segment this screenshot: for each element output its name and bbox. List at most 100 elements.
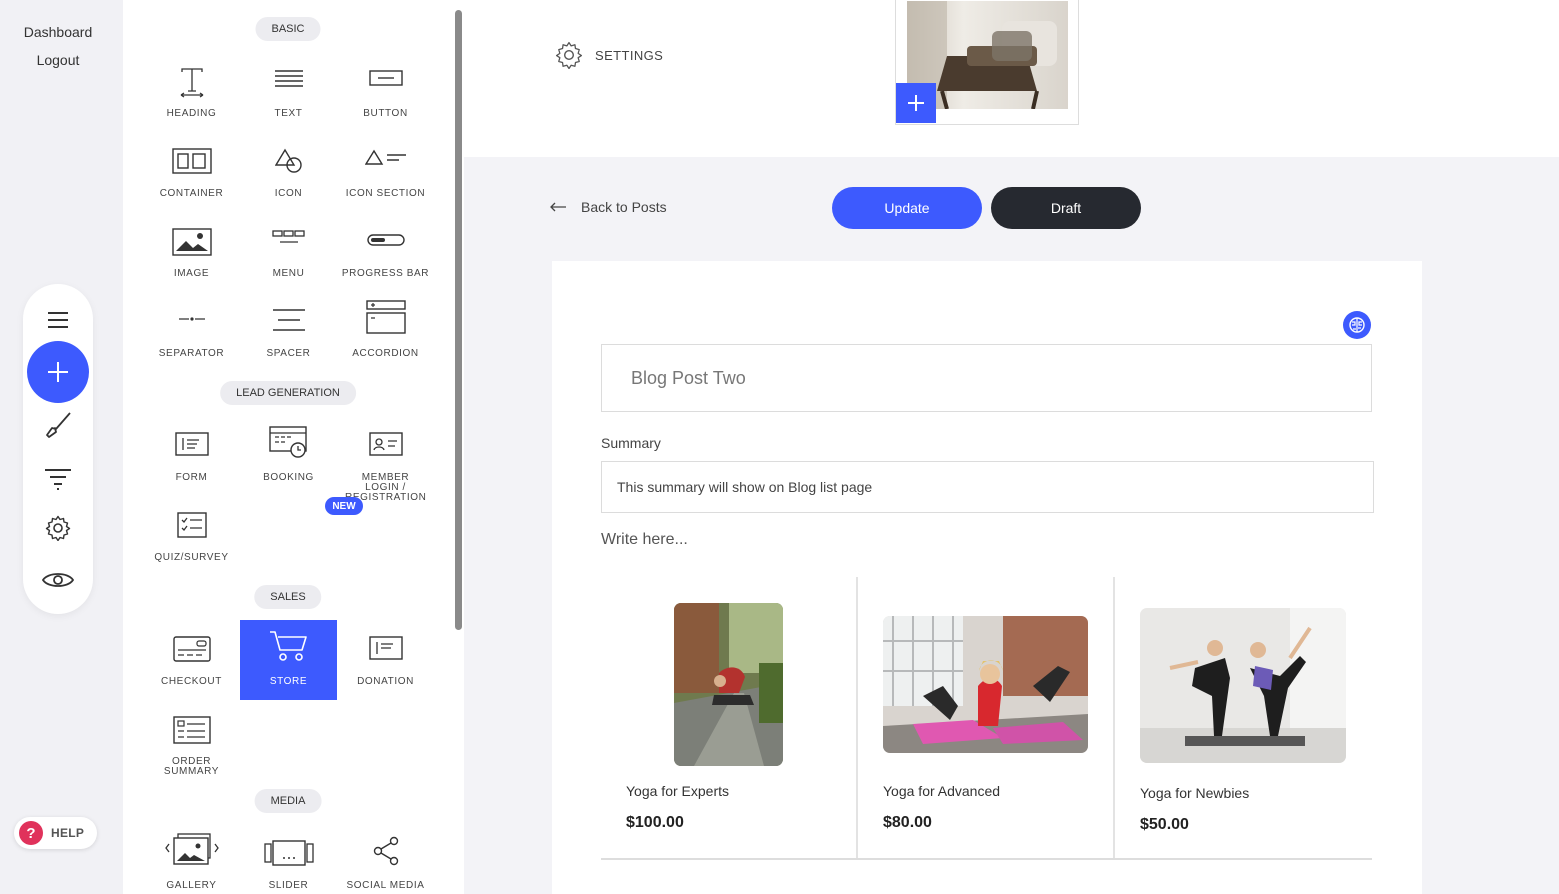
text-icon: [274, 70, 303, 87]
order-summary-icon: [172, 716, 211, 744]
member-card-icon: [368, 432, 403, 456]
back-label: Back to Posts: [581, 199, 667, 215]
section-media: MEDIA: [254, 789, 322, 813]
widget-label: SPACER: [266, 348, 311, 359]
gear-icon[interactable]: [44, 514, 72, 542]
summary-input[interactable]: This summary will show on Blog list page: [601, 461, 1374, 513]
brush-icon[interactable]: [42, 409, 74, 441]
product-name: Yoga for Newbies: [1140, 785, 1250, 801]
add-element-button[interactable]: [27, 341, 89, 403]
widget-menu[interactable]: MENU: [240, 212, 337, 292]
spacer-icon: [272, 309, 305, 331]
back-to-posts-link[interactable]: Back to Posts: [549, 199, 667, 215]
post-body-editor[interactable]: Write here...: [601, 531, 688, 549]
widget-quiz-survey[interactable]: QUIZ/SURVEY: [143, 496, 240, 576]
product-card[interactable]: Yoga for Advanced $80.00: [856, 577, 1113, 858]
dashboard-link[interactable]: Dashboard: [0, 24, 116, 40]
widget-label: CONTAINER: [159, 188, 224, 199]
form-icon: [174, 432, 209, 456]
widget-heading[interactable]: HEADING: [143, 52, 240, 132]
widget-label: PROGRESS BAR: [341, 268, 430, 279]
widget-spacer[interactable]: SPACER: [240, 292, 337, 372]
widget-icon-section[interactable]: ICON SECTION: [337, 132, 434, 212]
gallery-icon: [164, 833, 219, 865]
section-basic: BASIC: [255, 17, 321, 41]
left-rail: Dashboard Logout ? HELP: [0, 0, 123, 894]
widget-panel: BASIC HEADING TEXT BUTTON CONTAINER ICON…: [123, 0, 464, 894]
widget-label: IMAGE: [173, 268, 210, 279]
post-editor: Blog Post Two Summary This summary will …: [552, 261, 1422, 894]
widget-label: BUTTON: [363, 108, 408, 119]
filter-icon[interactable]: [43, 467, 73, 491]
product-price: $100.00: [626, 814, 684, 831]
shapes-icon: [274, 148, 302, 173]
widget-label: ORDER SUMMARY: [163, 756, 220, 777]
widget-container[interactable]: CONTAINER: [143, 132, 240, 212]
widget-image[interactable]: IMAGE: [143, 212, 240, 292]
separator-icon: [178, 317, 205, 321]
product-card[interactable]: Yoga for Newbies $50.00: [1113, 577, 1370, 858]
widget-gallery[interactable]: GALLERY: [143, 824, 240, 894]
post-title-input[interactable]: Blog Post Two: [601, 344, 1372, 412]
widget-member-login[interactable]: MEMBER LOGIN / REGISTRATION: [337, 416, 434, 503]
product-card[interactable]: Yoga for Experts $100.00: [601, 577, 858, 858]
widget-social-media[interactable]: SOCIAL MEDIA: [337, 824, 434, 894]
widget-donation[interactable]: DONATION: [337, 620, 434, 700]
widget-form[interactable]: FORM: [143, 416, 240, 496]
widget-label: BOOKING: [263, 472, 314, 483]
image-icon: [171, 228, 212, 256]
ai-assist-button[interactable]: [1343, 311, 1371, 339]
section-sales: SALES: [254, 585, 322, 609]
widget-label: ACCORDION: [352, 348, 419, 359]
panel-scrollbar[interactable]: [455, 10, 462, 630]
widget-label: GALLERY: [166, 880, 217, 891]
shopping-cart-icon: [269, 631, 307, 661]
summary-label: Summary: [601, 435, 661, 451]
update-button[interactable]: Update: [832, 187, 982, 229]
container-icon: [171, 148, 212, 174]
eye-icon[interactable]: [41, 568, 75, 592]
menu-widget-icon: [271, 230, 305, 243]
widget-button[interactable]: BUTTON: [337, 52, 434, 132]
widget-order-summary[interactable]: ORDER SUMMARY: [143, 700, 240, 780]
widget-label: STORE: [269, 676, 308, 687]
product-image: [883, 616, 1088, 753]
help-button[interactable]: ? HELP: [14, 817, 97, 849]
button-icon: [368, 70, 403, 86]
product-grid: Yoga for Experts $100.00 Yoga for Advanc…: [601, 577, 1372, 860]
widget-separator[interactable]: SEPARATOR: [143, 292, 240, 372]
gear-icon: [555, 41, 583, 69]
logout-link[interactable]: Logout: [0, 52, 116, 68]
checkout-card-icon: [172, 636, 211, 662]
widget-checkout[interactable]: CHECKOUT: [143, 620, 240, 700]
help-label: HELP: [51, 826, 85, 840]
widget-icon[interactable]: ICON: [240, 132, 337, 212]
widget-progress-bar[interactable]: PROGRESS BAR: [337, 212, 434, 292]
settings-label: SETTINGS: [595, 47, 664, 63]
widget-accordion[interactable]: ACCORDION: [337, 292, 434, 372]
widget-label: MENU: [272, 268, 305, 279]
plus-icon: [908, 95, 924, 111]
widget-label: ICON: [274, 188, 303, 199]
donation-form-icon: [368, 636, 403, 660]
featured-image-card: [895, 0, 1079, 125]
arrow-left-icon: [550, 202, 566, 212]
widget-label: SLIDER: [268, 880, 309, 891]
product-image: [674, 603, 783, 766]
widget-booking[interactable]: BOOKING: [240, 416, 337, 496]
widget-slider[interactable]: SLIDER: [240, 824, 337, 894]
product-price: $50.00: [1140, 816, 1189, 833]
draft-button[interactable]: Draft: [991, 187, 1141, 229]
widget-label: SEPARATOR: [158, 348, 225, 359]
quiz-checklist-icon: [176, 512, 207, 538]
menu-icon[interactable]: [45, 310, 71, 330]
heading-icon: [180, 68, 203, 98]
widget-text[interactable]: TEXT: [240, 52, 337, 132]
add-image-button[interactable]: [896, 83, 936, 123]
section-lead-generation: LEAD GENERATION: [220, 381, 356, 405]
widget-store[interactable]: STORE: [240, 620, 337, 700]
widget-label: CHECKOUT: [161, 676, 222, 687]
product-name: Yoga for Advanced: [883, 783, 1001, 799]
progress-bar-icon: [366, 234, 405, 246]
settings-link[interactable]: SETTINGS: [555, 41, 663, 69]
